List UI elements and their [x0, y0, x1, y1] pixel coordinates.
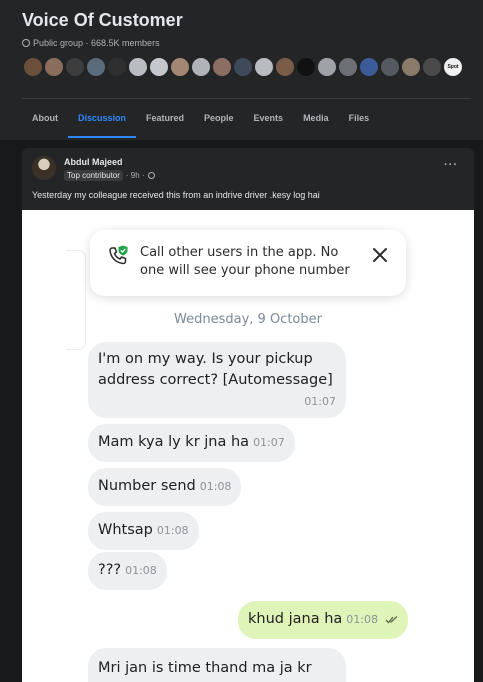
member-avatar[interactable] [358, 56, 380, 78]
message-bubble[interactable]: I'm on my way. Is your pickup address co… [88, 342, 346, 418]
member-avatar[interactable] [64, 56, 86, 78]
tab-about[interactable]: About [22, 100, 68, 138]
call-notice-text: Call other users in the app. No one will… [140, 245, 350, 278]
double-check-icon [385, 615, 398, 623]
tab-people[interactable]: People [194, 100, 244, 138]
message-time: 01:08 [125, 564, 157, 577]
message-time: 01:08 [199, 480, 232, 493]
message-bubble[interactable]: Whtsap 01:08 [88, 512, 199, 550]
globe-icon [22, 39, 30, 47]
post-subline: Top contributor · 9h · [64, 170, 155, 181]
message-text: Number send [98, 478, 196, 494]
member-avatar[interactable] [190, 56, 212, 78]
member-avatar[interactable] [106, 56, 128, 78]
member-avatar[interactable] [148, 56, 170, 78]
message-text: Mri jan is time thand ma ja kr [98, 660, 312, 676]
message-text: Mam kya ly kr jna ha [98, 434, 250, 450]
tab-files[interactable]: Files [339, 100, 380, 138]
message-time: 01:07 [304, 395, 336, 408]
group-header: Voice Of Customer Public group · 668.5K … [0, 0, 483, 140]
member-avatar[interactable] [85, 56, 107, 78]
message-bubble[interactable]: ??? 01:08 [88, 552, 167, 590]
member-avatar[interactable] [232, 56, 254, 78]
message-time: 01:08 [156, 524, 189, 537]
avatar-label: Spot [447, 64, 459, 70]
top-contributor-badge: Top contributor [64, 170, 123, 181]
tab-media[interactable]: Media [293, 100, 339, 138]
group-meta: Public group · 668.5K members [22, 38, 160, 48]
member-avatar[interactable] [169, 56, 191, 78]
member-avatar[interactable] [127, 56, 149, 78]
message-text: Whtsap [98, 522, 153, 538]
date-separator: Wednesday, 9 October [174, 312, 322, 327]
post-card: Abdul Majeed Top contributor · 9h · ··· … [22, 148, 474, 682]
message-bubble[interactable]: Mri jan is time thand ma ja kr [88, 648, 346, 682]
chat-screenshot[interactable]: Call other users in the app. No one will… [22, 210, 474, 682]
globe-icon [147, 172, 155, 179]
member-avatar[interactable] [274, 56, 296, 78]
member-avatar[interactable] [211, 56, 233, 78]
message-text: khud jana ha [248, 611, 343, 627]
more-dots-icon[interactable]: ··· [444, 159, 458, 171]
member-avatar[interactable] [43, 56, 65, 78]
message-bubble[interactable]: Number send 01:08 [88, 468, 242, 506]
close-icon[interactable] [370, 245, 390, 265]
member-avatar[interactable] [421, 56, 443, 78]
tab-discussion[interactable]: Discussion [68, 100, 137, 138]
post-time[interactable]: · 9h · [126, 171, 145, 180]
message-time: 01:07 [253, 436, 285, 449]
post-text: Yesterday my colleague received this fro… [32, 190, 320, 200]
tab-featured[interactable]: Featured [136, 100, 194, 138]
header-divider [22, 98, 471, 99]
phone-shield-icon [109, 245, 128, 265]
call-notice-card: Call other users in the app. No one will… [90, 230, 406, 296]
message-time: 01:08 [346, 613, 378, 626]
message-bubble[interactable]: Mam kya ly kr jna ha 01:07 [88, 424, 295, 462]
message-text: ??? [98, 562, 122, 578]
group-tabs: About Discussion Featured People Events … [22, 100, 379, 138]
member-avatar[interactable] [253, 56, 275, 78]
member-avatar[interactable] [379, 56, 401, 78]
author-avatar[interactable] [32, 156, 56, 180]
group-title[interactable]: Voice Of Customer [22, 10, 183, 31]
message-text: I'm on my way. Is your pickup address co… [98, 351, 333, 388]
member-avatars[interactable]: Spot [22, 56, 464, 78]
partial-card-edge [66, 250, 86, 350]
member-avatar[interactable] [337, 56, 359, 78]
member-avatar[interactable] [400, 56, 422, 78]
member-avatar[interactable] [295, 56, 317, 78]
member-avatar[interactable]: Spot [442, 56, 464, 78]
author-name[interactable]: Abdul Majeed [64, 157, 123, 167]
tab-events[interactable]: Events [244, 100, 294, 138]
outgoing-message-bubble[interactable]: khud jana ha 01:08 [238, 601, 408, 639]
member-avatar[interactable] [22, 56, 44, 78]
group-meta-text: Public group · 668.5K members [33, 38, 160, 48]
member-avatar[interactable] [316, 56, 338, 78]
